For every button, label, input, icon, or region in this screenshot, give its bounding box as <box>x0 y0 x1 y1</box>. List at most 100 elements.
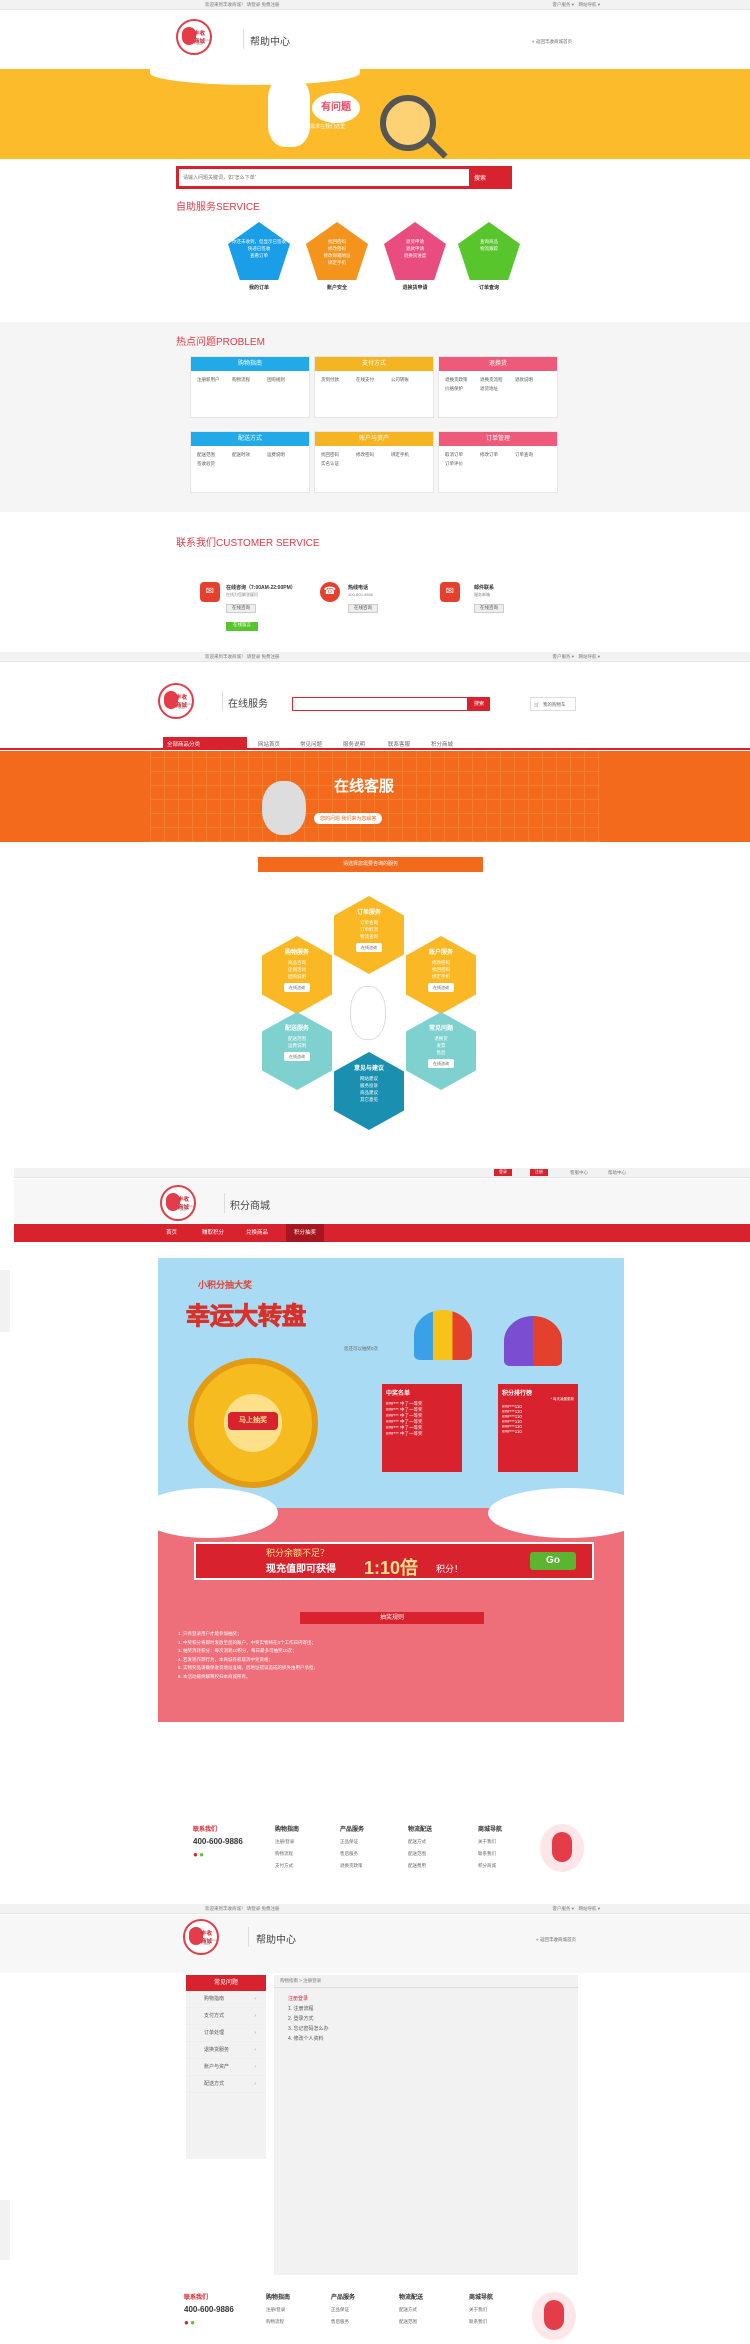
logo[interactable]: 丰收商城 Fengshou · Mall <box>176 19 212 55</box>
online-consult-button[interactable]: 在线咨询 <box>226 604 256 613</box>
sidebar-item[interactable]: 账户与资产 <box>186 2059 266 2076</box>
topbar: 欢迎来到丰收商城！ 请登录 免费注册 客户服务 ▾ 网站导航 ▾ <box>0 0 750 10</box>
help-banner: 有问题 您的需求在我们这里 <box>0 69 750 159</box>
problem-box: 支付方式 货到付款 在线支付 公司转账 <box>314 356 434 418</box>
start-lottery-button[interactable]: 马上抽奖 <box>228 1412 278 1430</box>
search-button[interactable]: 搜索 <box>474 173 486 182</box>
sidebar-item[interactable]: 订单处理 <box>186 2025 266 2042</box>
search-input[interactable] <box>179 169 469 186</box>
phone-icon: ☎ <box>320 582 340 602</box>
nav-item[interactable]: 服务说明 <box>343 740 365 748</box>
header: 丰收商城 Fengshou · Mall 积分商城 <box>14 1179 750 1223</box>
service-label: 我的订单 <box>248 285 269 291</box>
cart-button[interactable]: 🛒 我的购物车 <box>530 697 576 711</box>
go-button[interactable]: Go <box>530 1552 576 1570</box>
wechat-icon: ● <box>190 2318 195 2327</box>
contact-online-title: 在线咨询（7:00AM-22:00PM） <box>226 585 296 591</box>
content-title: 注册登录 <box>288 1996 309 2002</box>
weibo-icon: ● <box>193 1850 198 1859</box>
service-return[interactable]: 退货申请 退款申请 退换货进度 <box>384 222 446 280</box>
help-sidebar: 常见问题 购物指南 支付方式 订单处理 退换货服务 账户与资产 配送方式 <box>186 1975 266 2159</box>
search-box: 搜索 <box>176 166 512 189</box>
mail-icon: ✉ <box>440 582 460 602</box>
logo[interactable]: 丰收商城 Fengshou · Mall <box>158 683 194 719</box>
footer: 联系我们 400-600-9886 ● ● 购物指南 注册/登录 购物流程 支付方式 产品… <box>0 1820 750 1890</box>
register-button[interactable]: 注册 <box>530 1169 548 1176</box>
home-icon: ● <box>532 39 535 44</box>
topbar-links[interactable]: 客户服务 ▾ 网站导航 ▾ <box>552 2 600 8</box>
topbar: 登录 注册 客服中心 帮助中心 <box>14 1168 750 1178</box>
service-label: 账户安全 <box>326 285 347 291</box>
online-message-button[interactable]: 在线留言 <box>226 622 258 631</box>
service-order-query[interactable]: 查询商品 物流跟踪 <box>458 222 520 280</box>
hex-shopping-service[interactable]: 购物服务 商品咨询 促销活动 团购说明 在线咨询 <box>262 936 332 1014</box>
login-button[interactable]: 登录 <box>494 1169 512 1176</box>
page-title: 在线服务 <box>228 699 268 710</box>
rules-list: 1. 只有登录用户才能参加抽奖； 2. 中奖积分将即时发放至您的账户，中奖实物将在… <box>178 1631 319 1679</box>
recharge-banner: 积分余额不足？ 现充值即可获得 1:10倍 积分！ Go <box>194 1542 594 1580</box>
service-banner: 在线客服 您的问题 我们来为您解答 <box>0 751 750 842</box>
headset-figure <box>262 781 306 835</box>
hex-order-service[interactable]: 订单服务 订单查询 订单取消 物流查询 在线咨询 <box>334 896 404 974</box>
page-title: 帮助中心 <box>256 1935 296 1946</box>
nav-item[interactable]: 常见问题 <box>300 740 322 748</box>
points-nav: 首页 赚取积分 兑换商品 积分抽奖 <box>14 1224 750 1242</box>
nav-item[interactable]: 联系客服 <box>388 740 410 748</box>
sidebar-title: 常见问题 <box>186 1975 266 1991</box>
problem-box: 订单管理 取消订单 修改订单 订单查询 订单评价 <box>438 431 558 493</box>
hex-account-service[interactable]: 账户服务 修改密码 找回密码 绑定手机 在线咨询 <box>406 936 476 1014</box>
page-title: 帮助中心 <box>250 37 290 48</box>
rules-title: 抽奖规则 <box>300 1612 484 1624</box>
sidebar-item[interactable]: 购物指南 <box>186 1991 266 2008</box>
promo-main: 幸运大转盘 <box>186 1303 307 1331</box>
mail-consult-button[interactable]: 在线咨询 <box>474 604 504 613</box>
help-content: 购物指南 > 注册登录 注册登录 1. 注册流程 2. 登录方式 3. 忘记密码… <box>274 1975 578 2275</box>
search-input[interactable] <box>292 697 468 711</box>
search-button[interactable]: 搜索 <box>468 697 490 711</box>
phone-consult-button[interactable]: 在线咨询 <box>348 604 378 613</box>
hex-delivery-service[interactable]: 配送服务 配送范围 运费说明 在线咨询 <box>262 1012 332 1090</box>
logo[interactable]: 丰收商城 Fengshou · Mall <box>183 1919 219 1955</box>
nav-item[interactable]: 积分商城 <box>431 740 453 748</box>
nav-all-categories[interactable]: 全部商品分类 <box>163 737 247 750</box>
header: 丰收商城 Fengshou · Mall 帮助中心 ● 返回丰收商城首页 <box>0 11 750 69</box>
service-account-security[interactable]: 找回密码 修改密码 修改邮箱地址 绑定手机 <box>306 222 368 280</box>
problem-box: 配送方式 配送范围 配送时效 运费说明 签收验货 <box>190 431 310 493</box>
banner-subtitle: 您的需求在我们这里 <box>300 124 346 130</box>
winners-list: 中奖名单 ###*** 中了一等奖 ###*** 中了一等奖 ###*** 中了一等… <box>382 1384 462 1472</box>
banner-subtitle: 您的问题 我们来为您解答 <box>314 813 383 824</box>
sidebar-item[interactable]: 支付方式 <box>186 2008 266 2025</box>
points-ranking: 积分排行榜 * 每天凌晨更新 ###***110 ###***110 ###***1… <box>498 1384 578 1472</box>
sidebar-item[interactable]: 配送方式 <box>186 2076 266 2093</box>
hex-feedback[interactable]: 意见与建议 网站建议 服务投诉 商品建议 其它意见 <box>334 1052 404 1130</box>
mascot-image <box>540 1824 584 1872</box>
contact-phone-title: 热线电话 <box>348 585 369 591</box>
main-nav: 全部商品分类 网站首页 常见问题 服务说明 联系客服 积分商城 <box>0 737 750 750</box>
chat-icon: ✉ <box>200 582 220 602</box>
logo[interactable]: 丰收商城 Fengshou · Mall <box>160 1185 196 1221</box>
person-figure <box>268 77 310 147</box>
back-home-link[interactable]: ● 返回丰收商城首页 <box>536 1937 576 1943</box>
hex-faq[interactable]: 常见问题 退换货 发票 售后 在线咨询 <box>406 1012 476 1090</box>
lucky-wheel: 马上抽奖 <box>188 1358 318 1488</box>
banner-title: 在线客服 <box>334 778 395 795</box>
sidebar-item[interactable]: 退换货服务 <box>186 2042 266 2059</box>
cart-icon: 🛒 <box>534 702 540 707</box>
welcome-text: 欢迎来到丰收商城！ 请登录 免费注册 <box>205 2 280 7</box>
service-label: 订单查询 <box>478 285 499 291</box>
mascot-image <box>532 2292 576 2340</box>
contact-mail-title: 邮件联系 <box>474 585 495 591</box>
service-my-order[interactable]: 你还未收到，但显示已签收 快递已签收 查看订单 <box>228 222 290 280</box>
breadcrumb: 购物指南 > 注册登录 <box>274 1975 578 1988</box>
problem-box: 退换货 退换货政策 退换货流程 退款说明 价格保护 退货地址 <box>438 356 558 418</box>
topbar: 欢迎来到丰收商城！ 请登录 免费注册 客户服务 ▾ 网站导航 ▾ <box>0 652 750 662</box>
service-label: 退换货申请 <box>402 285 428 291</box>
back-home-link[interactable]: ● 返回丰收商城首页 <box>532 39 572 45</box>
wechat-icon: ● <box>199 1850 204 1859</box>
banner-title: 有问题 <box>312 93 360 123</box>
contact-title: 联系我们CUSTOMER SERVICE <box>176 538 320 549</box>
page-title: 积分商城 <box>230 1201 270 1212</box>
nav-item[interactable]: 网站首页 <box>258 740 280 748</box>
lottery-panel: 小积分抽大奖 幸运大转盘 您还可以抽奖0次 马上抽奖 中奖名单 ###*** 中… <box>158 1258 624 1722</box>
problem-title: 热点问题PROBLEM <box>176 337 265 348</box>
